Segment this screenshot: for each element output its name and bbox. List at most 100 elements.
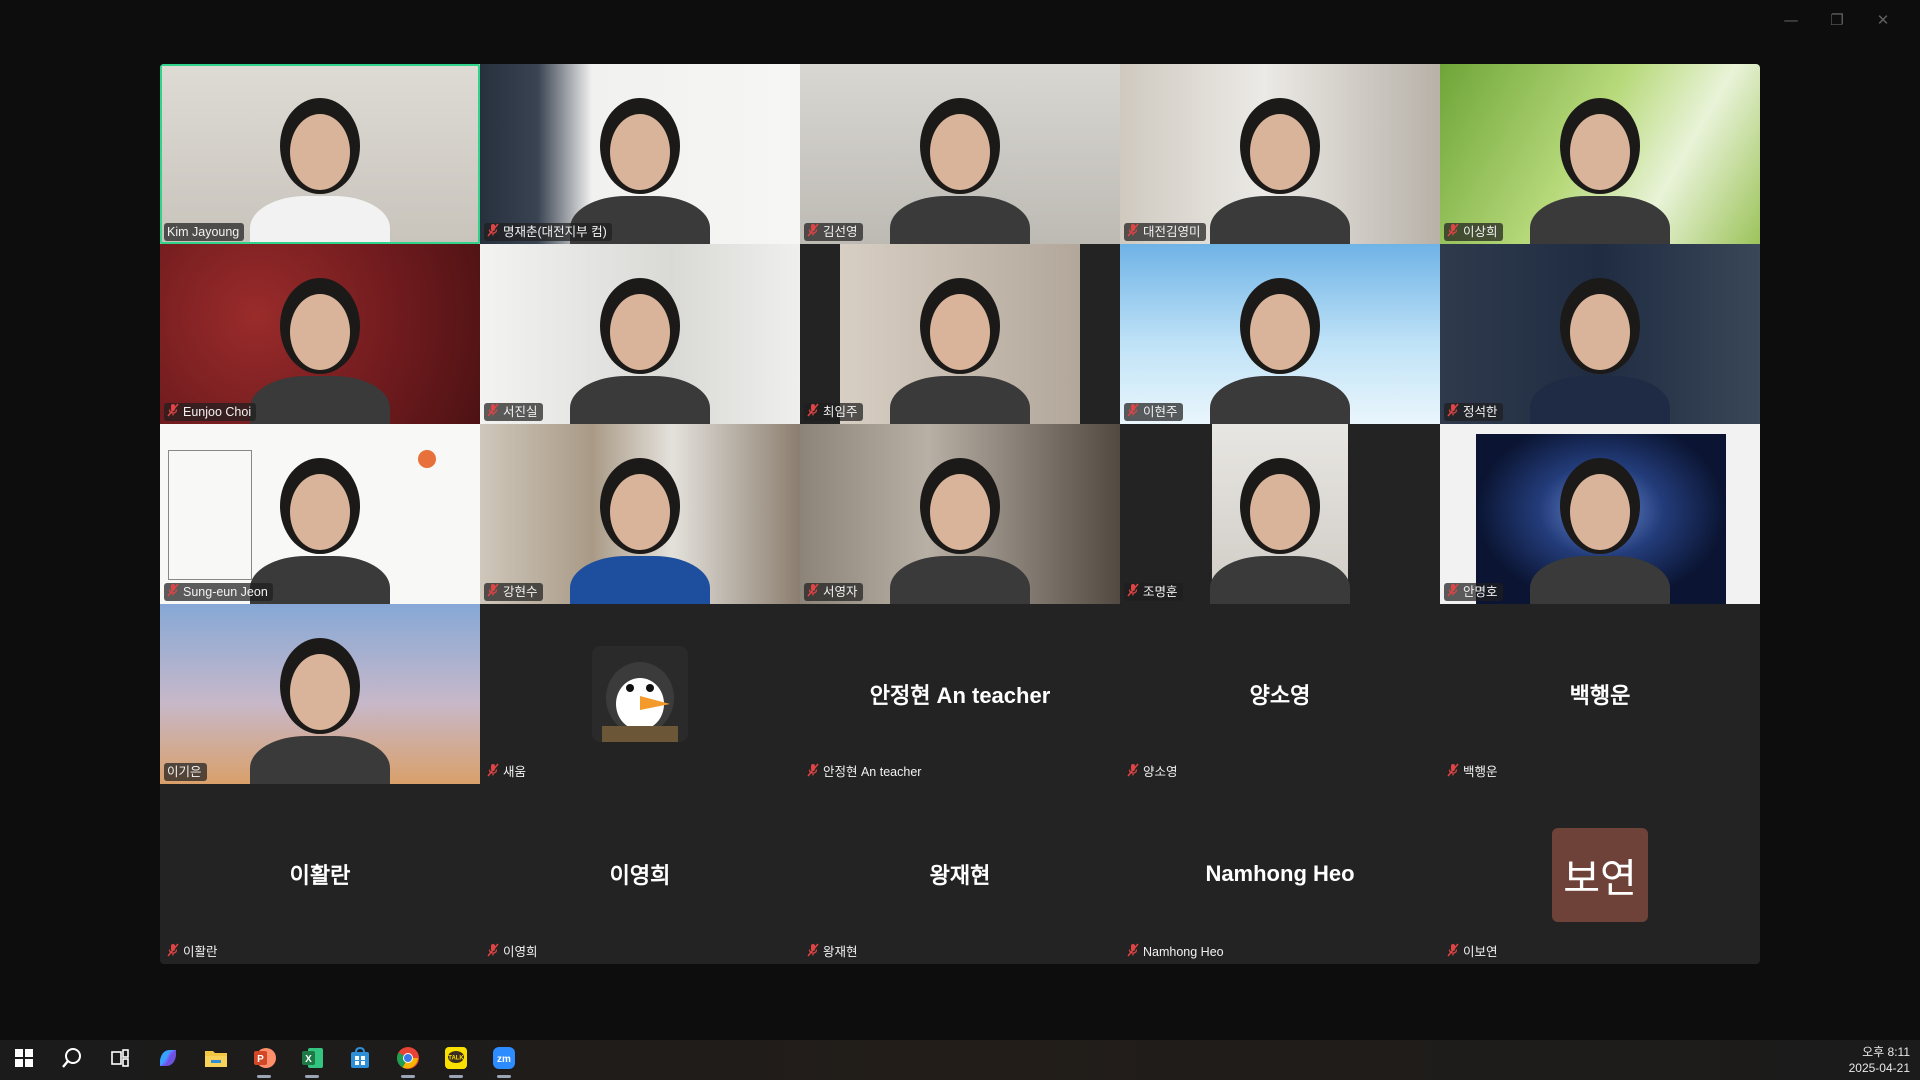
participant-name-label: 새움 (484, 763, 531, 781)
participant-tile[interactable]: Sung-eun Jeon (160, 424, 480, 604)
participant-tile[interactable]: 이상희 (1440, 64, 1760, 244)
participant-name-label: 양소영 (1124, 763, 1183, 781)
muted-microphone-icon (1127, 943, 1139, 962)
muted-microphone-icon (807, 943, 819, 962)
muted-microphone-icon (807, 403, 819, 422)
task-view-taskbar-button[interactable] (96, 1040, 144, 1080)
participant-tile[interactable]: 이활란 이활란 (160, 784, 480, 964)
participant-name: Kim Jayoung (167, 225, 240, 239)
participant-name-label: 이영희 (484, 943, 543, 961)
copilot-taskbar-button[interactable] (144, 1040, 192, 1080)
muted-microphone-icon (1127, 223, 1139, 242)
participant-tile[interactable]: 명재춘(대전지부 컴) (480, 64, 800, 244)
muted-microphone-icon (487, 763, 499, 782)
participant-name: 안정현 An teacher (823, 765, 922, 779)
running-indicator (449, 1075, 463, 1078)
minimize-icon[interactable]: — (1768, 6, 1814, 34)
participant-tile[interactable]: Kim Jayoung (160, 64, 480, 244)
participant-tile[interactable]: 최임주 (800, 244, 1120, 424)
taskbar-apps: P X TALK zm (0, 1040, 528, 1080)
participant-tile[interactable]: 안정현 An teacher 안정현 An teacher (800, 604, 1120, 784)
chrome-taskbar-button[interactable] (384, 1040, 432, 1080)
svg-text:P: P (257, 1054, 264, 1065)
participant-name-label: 강현수 (484, 583, 543, 601)
svg-text:zm: zm (497, 1054, 511, 1065)
participant-tile[interactable]: 정석한 (1440, 244, 1760, 424)
restore-icon[interactable]: ❐ (1814, 6, 1860, 34)
muted-microphone-icon (807, 223, 819, 242)
participant-tile[interactable]: 이영희 이영희 (480, 784, 800, 964)
muted-microphone-icon (1447, 403, 1459, 422)
participant-display-name: 백행운 (1569, 683, 1631, 708)
participant-name: 안명호 (1463, 585, 1498, 599)
muted-microphone-icon (487, 223, 499, 242)
participant-display-name: 왕재현 (929, 863, 991, 888)
system-clock[interactable]: 오후 8:11 2025-04-21 (1849, 1044, 1910, 1076)
participant-name-label: 안명호 (1444, 583, 1503, 601)
store-taskbar-button[interactable] (336, 1040, 384, 1080)
muted-microphone-icon (487, 583, 499, 602)
running-indicator (257, 1075, 271, 1078)
kakaotalk-taskbar-button[interactable]: TALK (432, 1040, 480, 1080)
participant-name-label: 이기은 (164, 763, 207, 781)
participant-tile[interactable]: 새움 (480, 604, 800, 784)
zoom-meeting-window: — ❐ ✕ Kim Jayoung 명재춘(대전지부 컴) 김선영 대전김영미 이상희 E… (0, 0, 1920, 1080)
participant-name: 최임주 (823, 405, 858, 419)
task-view-icon (110, 1048, 130, 1073)
clock-time: 오후 8:11 (1862, 1045, 1910, 1059)
participant-tile[interactable]: 서영자 (800, 424, 1120, 604)
participant-name-label: 서진실 (484, 403, 543, 421)
participant-name-label: 이활란 (164, 943, 223, 961)
windows-start-taskbar-button[interactable] (0, 1040, 48, 1080)
file-explorer-icon (204, 1047, 228, 1074)
participant-tile[interactable]: Eunjoo Choi (160, 244, 480, 424)
muted-microphone-icon (167, 943, 179, 962)
excel-taskbar-button[interactable]: X (288, 1040, 336, 1080)
participant-tile[interactable]: 양소영 양소영 (1120, 604, 1440, 784)
muted-microphone-icon (1127, 403, 1139, 422)
participant-tile[interactable]: 안명호 (1440, 424, 1760, 604)
participant-tile[interactable]: 이현주 (1120, 244, 1440, 424)
muted-microphone-icon (167, 583, 179, 602)
svg-text:X: X (305, 1054, 312, 1065)
windows-start-icon (15, 1048, 33, 1072)
participant-tile[interactable]: 조명훈 (1120, 424, 1440, 604)
muted-microphone-icon (1447, 943, 1459, 962)
close-icon[interactable]: ✕ (1860, 6, 1906, 34)
running-indicator (497, 1075, 511, 1078)
participant-tile[interactable]: 대전김영미 (1120, 64, 1440, 244)
powerpoint-taskbar-button[interactable]: P (240, 1040, 288, 1080)
muted-microphone-icon (807, 763, 819, 782)
participant-name: 이상희 (1463, 225, 1498, 239)
participant-tile[interactable]: 강현수 (480, 424, 800, 604)
participant-name-label: 안정현 An teacher (804, 763, 926, 781)
participant-tile[interactable]: 보연 이보연 (1440, 784, 1760, 964)
participant-tile[interactable]: 서진실 (480, 244, 800, 424)
file-explorer-taskbar-button[interactable] (192, 1040, 240, 1080)
muted-microphone-icon (487, 403, 499, 422)
powerpoint-icon: P (252, 1046, 276, 1075)
participant-name: Namhong Heo (1143, 945, 1224, 959)
search-taskbar-button[interactable] (48, 1040, 96, 1080)
participant-tile[interactable]: 이기은 (160, 604, 480, 784)
participant-name: 서진실 (503, 405, 538, 419)
participant-name-label: 이보연 (1444, 943, 1503, 961)
participant-name-label: 이현주 (1124, 403, 1183, 421)
participant-name-label: 최임주 (804, 403, 863, 421)
participant-tile[interactable]: 김선영 (800, 64, 1120, 244)
participant-name-label: Eunjoo Choi (164, 403, 257, 421)
running-indicator (305, 1075, 319, 1078)
running-indicator (401, 1075, 415, 1078)
participant-tile[interactable]: 왕재현 왕재현 (800, 784, 1120, 964)
gallery-view: Kim Jayoung 명재춘(대전지부 컴) 김선영 대전김영미 이상희 Eunjoo … (160, 64, 1760, 964)
muted-microphone-icon (807, 583, 819, 602)
participant-tile[interactable]: Namhong Heo Namhong Heo (1120, 784, 1440, 964)
zoom-taskbar-button[interactable]: zm (480, 1040, 528, 1080)
participant-name: 정석한 (1463, 405, 1498, 419)
participant-name-label: 왕재현 (804, 943, 863, 961)
excel-icon: X (300, 1046, 324, 1075)
participant-name-label: 서영자 (804, 583, 863, 601)
participant-tile[interactable]: 백행운 백행운 (1440, 604, 1760, 784)
participant-name: 이기은 (167, 765, 202, 779)
muted-microphone-icon (1447, 763, 1459, 782)
